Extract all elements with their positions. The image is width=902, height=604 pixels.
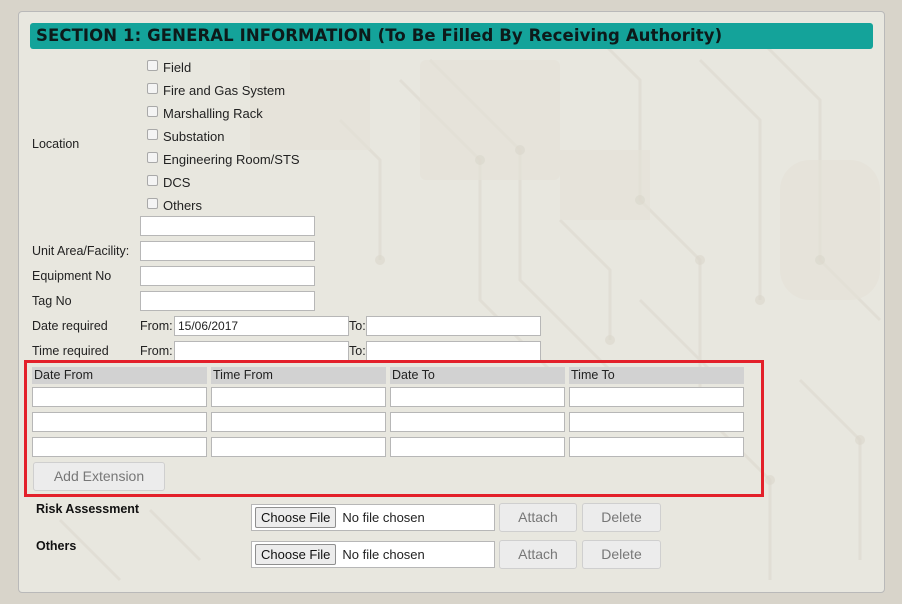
others-file-input[interactable]: Choose File No file chosen (251, 541, 495, 568)
location-label: Location (32, 137, 80, 151)
location-option-fire-gas[interactable]: Fire and Gas System (147, 81, 285, 99)
section-title: SECTION 1: GENERAL INFORMATION (To Be Fi… (30, 23, 873, 49)
option-label: Marshalling Rack (163, 105, 263, 121)
date-from-input[interactable]: 15/06/2017 (174, 316, 349, 336)
time-from-label: From: (140, 344, 173, 358)
unit-area-input[interactable] (140, 241, 315, 261)
risk-assessment-delete-button[interactable]: Delete (582, 503, 661, 532)
ext-row2-time-to[interactable] (569, 412, 744, 432)
date-to-input[interactable] (366, 316, 541, 336)
checkbox-dcs[interactable] (147, 174, 158, 186)
others-delete-button[interactable]: Delete (582, 540, 661, 569)
extension-header-time-from: Time From (211, 367, 386, 384)
others-attachment-label: Others (36, 539, 77, 553)
option-label: Others (163, 197, 203, 213)
time-to-label: To: (349, 344, 366, 358)
time-to-input[interactable] (366, 341, 541, 361)
time-from-input[interactable] (174, 341, 349, 361)
unit-area-label: Unit Area/Facility: (32, 244, 130, 258)
checkbox-field[interactable] (147, 59, 158, 71)
extension-header-time-to: Time To (569, 367, 744, 384)
ext-row1-date-to[interactable] (390, 387, 565, 407)
ext-row2-time-from[interactable] (211, 412, 386, 432)
ext-row1-date-from[interactable] (32, 387, 207, 407)
location-option-substation[interactable]: Substation (147, 127, 224, 145)
choose-file-button[interactable]: Choose File (255, 507, 337, 528)
date-required-label: Date required (32, 319, 108, 333)
checkbox-fire-gas[interactable] (147, 82, 158, 94)
location-option-field[interactable]: Field (147, 58, 191, 76)
checkbox-marshalling-rack[interactable] (147, 105, 158, 117)
ext-row3-date-to[interactable] (390, 437, 565, 457)
ext-row1-time-from[interactable] (211, 387, 386, 407)
risk-assessment-file-input[interactable]: Choose File No file chosen (251, 504, 495, 531)
choose-file-button[interactable]: Choose File (255, 544, 337, 565)
tag-no-input[interactable] (140, 291, 315, 311)
file-status: No file chosen (342, 547, 425, 562)
option-label: Field (163, 59, 192, 75)
extension-header-date-from: Date From (32, 367, 207, 384)
checkbox-engineering-room[interactable] (147, 151, 158, 163)
risk-assessment-label: Risk Assessment (36, 502, 140, 516)
option-label: Substation (163, 128, 225, 144)
option-label: Fire and Gas System (163, 82, 286, 98)
ext-row2-date-from[interactable] (32, 412, 207, 432)
checkbox-others[interactable] (147, 197, 158, 209)
equipment-no-label: Equipment No (32, 269, 112, 283)
ext-row2-date-to[interactable] (390, 412, 565, 432)
option-label: Engineering Room/STS (163, 151, 300, 167)
date-from-label: From: (140, 319, 173, 333)
equipment-no-input[interactable] (140, 266, 315, 286)
time-required-label: Time required (32, 344, 109, 358)
ext-row3-date-from[interactable] (32, 437, 207, 457)
file-status: No file chosen (342, 510, 425, 525)
ext-row1-time-to[interactable] (569, 387, 744, 407)
others-attach-button[interactable]: Attach (499, 540, 577, 569)
location-option-marshalling-rack[interactable]: Marshalling Rack (147, 104, 263, 122)
checkbox-substation[interactable] (147, 128, 158, 140)
location-option-engineering-room[interactable]: Engineering Room/STS (147, 150, 300, 168)
location-option-others[interactable]: Others (147, 196, 202, 214)
tag-no-label: Tag No (32, 294, 72, 308)
location-others-input[interactable] (140, 216, 315, 236)
location-option-dcs[interactable]: DCS (147, 173, 190, 191)
extension-header-date-to: Date To (390, 367, 565, 384)
date-to-label: To: (349, 319, 366, 333)
ext-row3-time-to[interactable] (569, 437, 744, 457)
risk-assessment-attach-button[interactable]: Attach (499, 503, 577, 532)
option-label: DCS (163, 174, 191, 190)
add-extension-button[interactable]: Add Extension (33, 462, 165, 491)
ext-row3-time-from[interactable] (211, 437, 386, 457)
